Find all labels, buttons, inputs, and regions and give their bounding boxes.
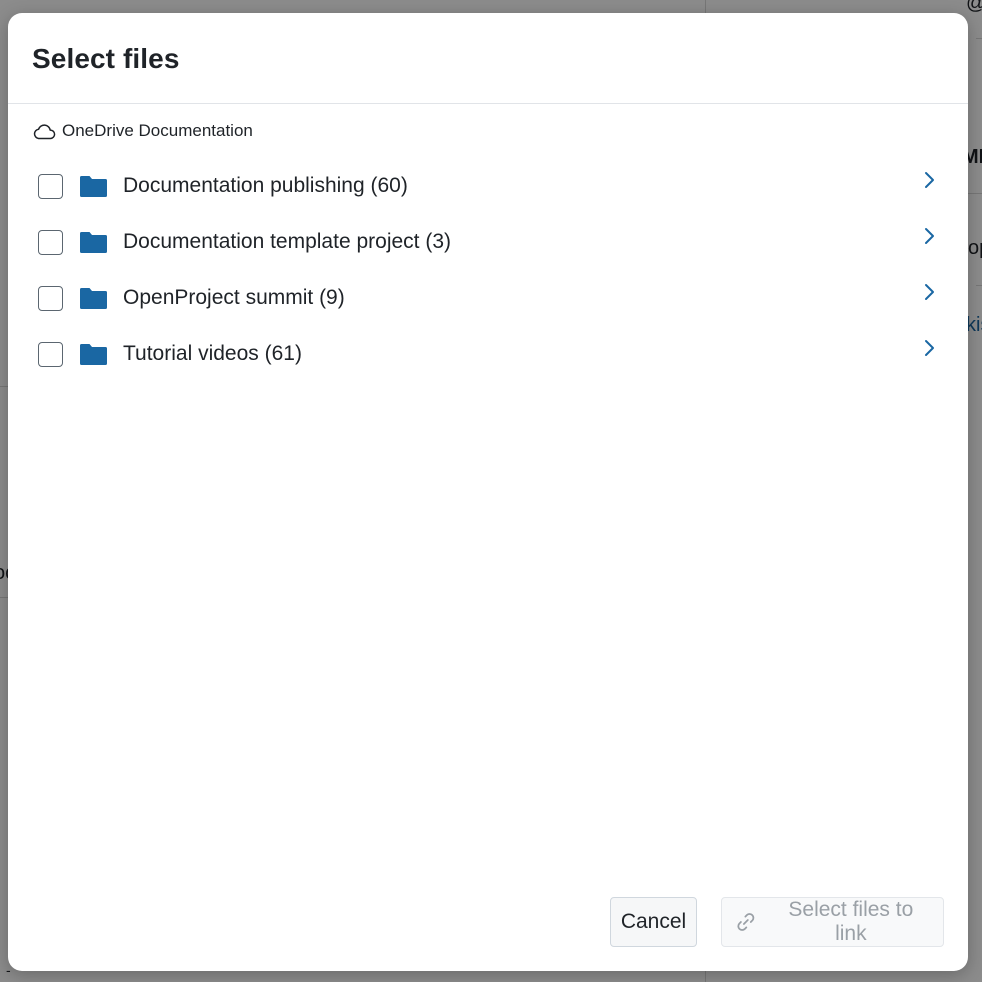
item-checkbox[interactable]	[38, 341, 63, 367]
breadcrumb-location[interactable]: OneDrive Documentation	[62, 121, 253, 141]
list-item[interactable]: Documentation template project (3)	[8, 214, 968, 270]
chevron-right-icon[interactable]	[922, 226, 936, 246]
folder-icon	[80, 288, 107, 309]
list-item[interactable]: OpenProject summit (9)	[8, 270, 968, 326]
list-item[interactable]: Documentation publishing (60)	[8, 158, 968, 214]
dialog-footer: Cancel Select files to link	[610, 897, 944, 947]
folder-icon	[80, 176, 107, 197]
folder-icon	[80, 232, 107, 253]
link-icon	[737, 913, 755, 931]
file-list: Documentation publishing (60) Documentat…	[8, 158, 968, 382]
breadcrumb: OneDrive Documentation	[8, 104, 968, 144]
chevron-right-icon[interactable]	[922, 282, 936, 302]
item-name: OpenProject summit (9)	[123, 286, 345, 309]
item-checkbox[interactable]	[38, 173, 63, 199]
item-checkbox[interactable]	[38, 229, 63, 255]
item-name: Tutorial videos (61)	[123, 342, 302, 365]
cancel-button[interactable]: Cancel	[610, 897, 697, 947]
item-name: Documentation template project (3)	[123, 230, 451, 253]
list-item[interactable]: Tutorial videos (61)	[8, 326, 968, 382]
cloud-icon	[33, 124, 56, 140]
select-files-to-link-button[interactable]: Select files to link	[721, 897, 944, 947]
chevron-right-icon[interactable]	[922, 170, 936, 190]
folder-icon	[80, 344, 107, 365]
chevron-right-icon[interactable]	[922, 338, 936, 358]
dialog-header: Select files	[8, 13, 968, 104]
select-files-to-link-label: Select files to link	[788, 898, 914, 945]
select-files-dialog: Select files OneDrive Documentation Docu…	[8, 13, 968, 971]
dialog-title: Select files	[32, 43, 180, 74]
item-checkbox[interactable]	[38, 285, 63, 311]
item-name: Documentation publishing (60)	[123, 174, 408, 197]
